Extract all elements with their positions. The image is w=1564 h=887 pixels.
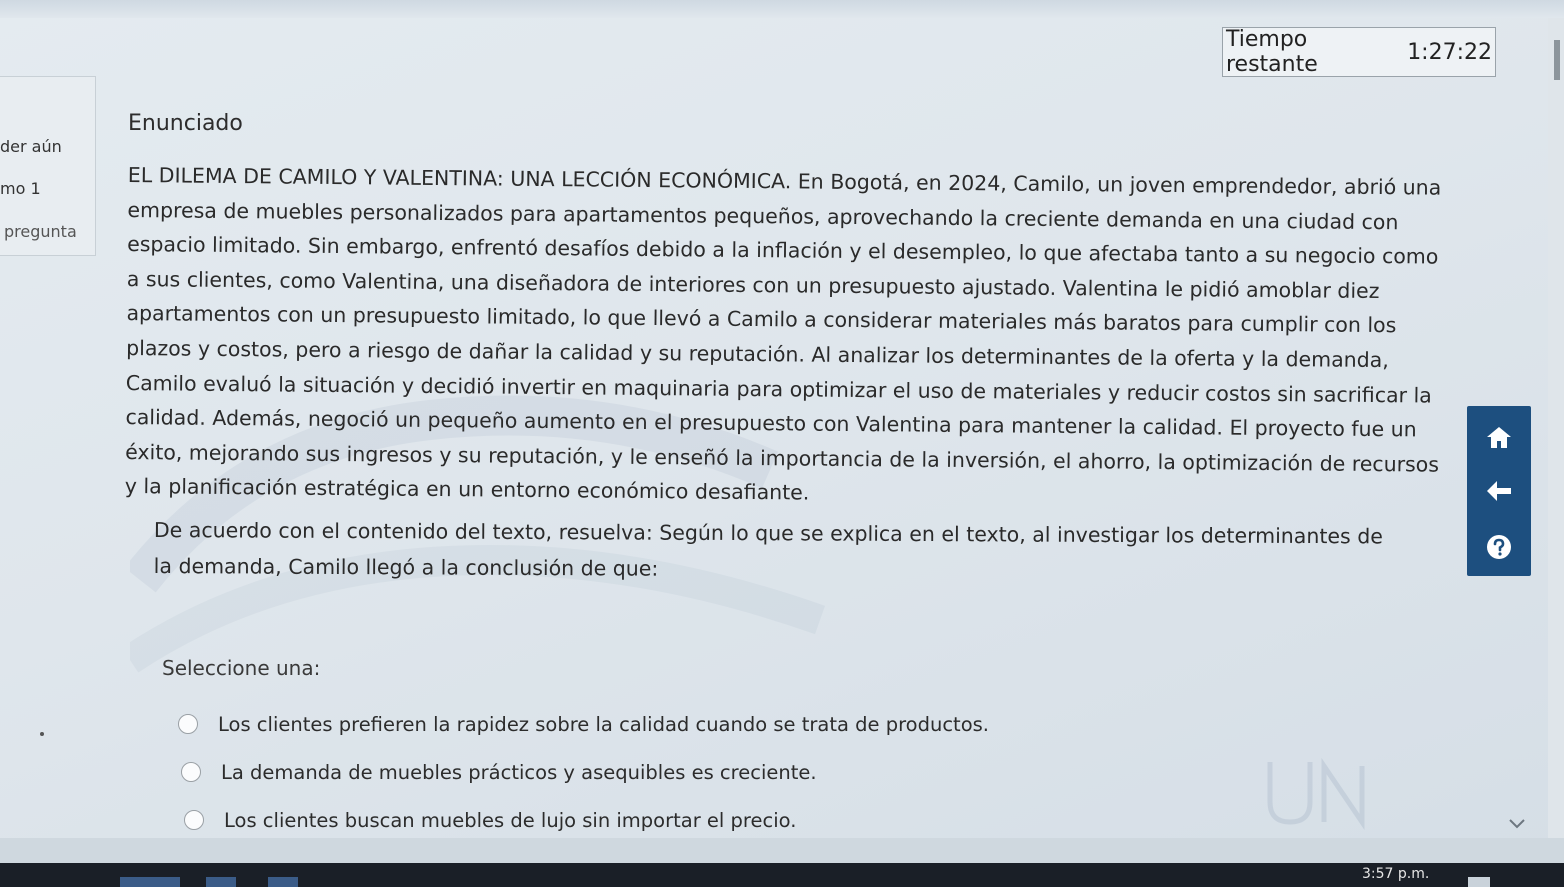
question-status-text: der aún	[0, 137, 62, 156]
timer-label: Tiempo restante	[1226, 27, 1318, 77]
home-button[interactable]	[1467, 412, 1531, 462]
chevron-down-icon[interactable]	[1508, 818, 1526, 830]
os-taskbar	[0, 863, 1564, 887]
taskbar-clock: 3:57 p.m.	[1362, 866, 1430, 882]
radio-button-c[interactable]	[184, 810, 204, 830]
horizontal-scroll-area	[0, 838, 1564, 863]
scrollbar[interactable]	[1548, 18, 1564, 858]
answer-option-c-label[interactable]: Los clientes buscan muebles de lujo sin …	[224, 809, 796, 832]
answer-options: Los clientes prefieren la rapidez sobre …	[178, 700, 1078, 844]
back-button[interactable]	[1467, 466, 1531, 516]
notification-icon[interactable]	[1468, 877, 1490, 887]
radio-button-a[interactable]	[178, 714, 198, 734]
statement-heading: Enunciado	[128, 111, 243, 136]
question-info-panel: der aún mo 1 pregunta	[0, 76, 96, 256]
page: Tiempo restante 1:27:22 der aún mo 1 pre…	[0, 0, 1564, 887]
home-icon	[1487, 427, 1511, 448]
question-prompt: De acuerdo con el contenido del texto, r…	[153, 517, 1383, 581]
arrow-left-icon	[1487, 481, 1511, 501]
question-statement: EL DILEMA DE CAMILO Y VALENTINA: UNA LEC…	[124, 162, 1442, 505]
radio-button-b[interactable]	[181, 762, 201, 782]
answer-option-c[interactable]: Los clientes buscan muebles de lujo sin …	[184, 796, 1078, 844]
floating-nav	[1467, 406, 1531, 576]
answer-option-a-label[interactable]: Los clientes prefieren la rapidez sobre …	[218, 713, 989, 736]
select-one-label: Seleccione una:	[162, 656, 321, 680]
timer-value: 1:27:22	[1407, 39, 1492, 65]
taskbar-app-3[interactable]	[268, 877, 298, 887]
answer-option-b[interactable]: La demanda de muebles prácticos y asequi…	[181, 748, 1078, 796]
timer-box: Tiempo restante 1:27:22	[1222, 27, 1496, 77]
question-score-text: mo 1	[0, 179, 41, 198]
taskbar-app-2[interactable]	[206, 877, 236, 887]
top-strip	[0, 0, 1564, 18]
flag-question-link[interactable]: pregunta	[4, 222, 77, 241]
help-button[interactable]	[1467, 522, 1531, 572]
help-icon	[1487, 535, 1511, 559]
taskbar-app-1[interactable]	[120, 877, 180, 887]
scrollbar-thumb[interactable]	[1554, 40, 1560, 80]
unad-logo-watermark	[1267, 757, 1365, 831]
stray-dot	[40, 732, 44, 736]
answer-option-a[interactable]: Los clientes prefieren la rapidez sobre …	[178, 700, 1078, 748]
answer-option-b-label[interactable]: La demanda de muebles prácticos y asequi…	[221, 761, 817, 784]
